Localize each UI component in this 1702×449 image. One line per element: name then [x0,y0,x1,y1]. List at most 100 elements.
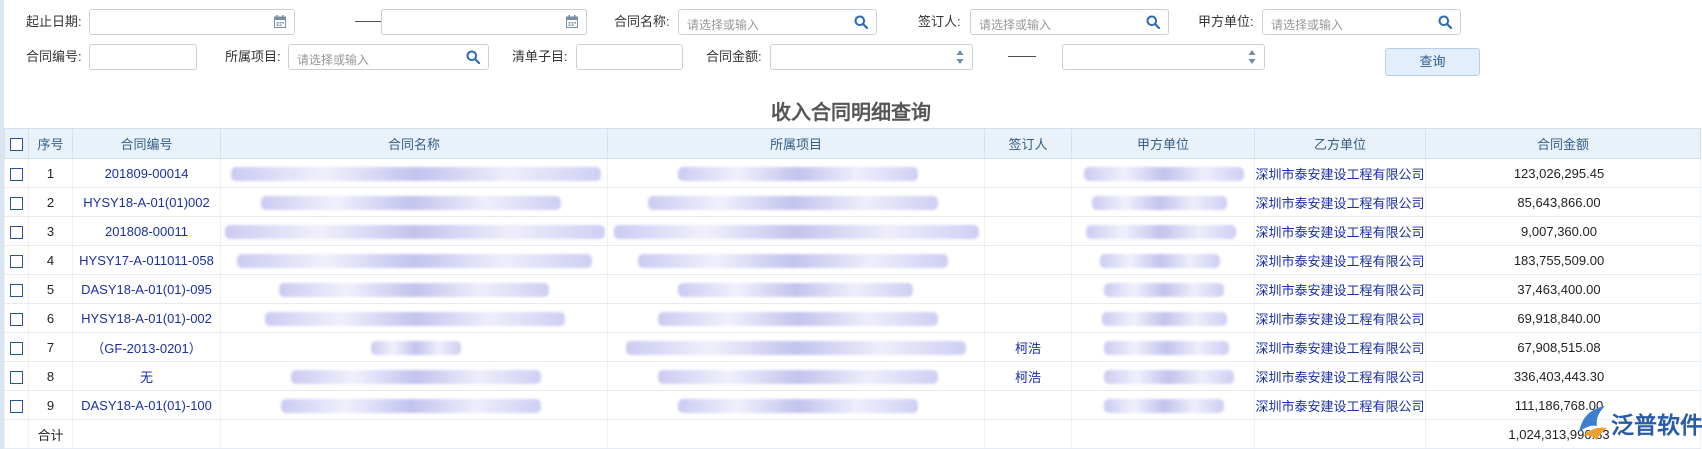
redacted-text [281,399,541,413]
header-party-b[interactable]: 乙方单位 [1254,128,1426,159]
row-project [607,216,985,246]
row-contract-name [220,303,608,333]
redacted-text [1104,370,1234,384]
calendar-icon[interactable] [274,15,286,31]
query-button[interactable]: 查询 [1385,48,1480,76]
row-select[interactable] [4,274,29,304]
table-row[interactable]: 9 DASY18-A-01(01)-100 深圳市泰安建设工程有限公司 111,… [4,390,1701,420]
search-icon[interactable] [466,50,481,67]
header-party-a[interactable]: 甲方单位 [1071,128,1255,159]
row-contract-no[interactable]: HYSY18-A-01(01)002 [72,187,221,217]
search-icon[interactable] [854,15,869,32]
row-party-b[interactable]: 深圳市泰安建设工程有限公司 [1254,245,1426,275]
row-signer [984,245,1072,275]
row-party-b[interactable]: 深圳市泰安建设工程有限公司 [1254,187,1426,217]
row-checkbox[interactable] [10,283,23,297]
row-party-b[interactable]: 深圳市泰安建设工程有限公司 [1254,390,1426,420]
start-date-input[interactable] [89,9,295,35]
date-range-separator: —— [355,12,383,28]
search-icon[interactable] [1146,15,1161,32]
amount-min-input[interactable] [770,44,973,70]
search-icon[interactable] [1438,15,1453,32]
row-amount: 183,755,509.00 [1425,245,1701,275]
table-row[interactable]: 2 HYSY18-A-01(01)002 深圳市泰安建设工程有限公司 85,64… [4,187,1701,217]
project-input[interactable]: 请选择或输入 [288,44,489,70]
row-select[interactable] [4,390,29,420]
select-all-cell[interactable] [4,128,29,159]
select-all-checkbox[interactable] [10,138,23,152]
row-contract-name [220,245,608,275]
table-total-row: 合计 1,024,313,996.83 [4,419,1701,449]
start-date-label: 起止日期: [26,14,82,29]
row-select[interactable] [4,332,29,362]
row-checkbox[interactable] [10,254,23,268]
calendar-icon[interactable] [566,15,578,31]
row-select[interactable] [4,361,29,391]
table-row[interactable]: 7 （GF-2013-0201） 柯浩 深圳市泰安建设工程有限公司 67,908… [4,332,1701,362]
row-contract-no[interactable]: 无 [72,361,221,391]
row-checkbox[interactable] [10,312,23,326]
table-row[interactable]: 1 201809-00014 深圳市泰安建设工程有限公司 123,026,295… [4,158,1701,188]
row-party-a [1071,245,1255,275]
row-select[interactable] [4,245,29,275]
row-party-b[interactable]: 深圳市泰安建设工程有限公司 [1254,158,1426,188]
row-checkbox[interactable] [10,196,23,210]
row-contract-no[interactable]: 201808-00011 [72,216,221,246]
row-party-b[interactable]: 深圳市泰安建设工程有限公司 [1254,303,1426,333]
row-party-b[interactable]: 深圳市泰安建设工程有限公司 [1254,361,1426,391]
row-signer[interactable]: 柯浩 [984,332,1072,362]
spinner-icon[interactable] [956,48,964,69]
bill-item-input[interactable] [576,44,683,70]
table-row[interactable]: 6 HYSY18-A-01(01)-002 深圳市泰安建设工程有限公司 69,9… [4,303,1701,333]
redacted-text [279,283,549,297]
row-contract-no[interactable]: DASY18-A-01(01)-100 [72,390,221,420]
row-contract-no[interactable]: HYSY17-A-011011-058 [72,245,221,275]
row-checkbox[interactable] [10,167,23,181]
header-contract-no[interactable]: 合同编号 [72,128,221,159]
row-select[interactable] [4,216,29,246]
spinner-icon[interactable] [1248,48,1256,69]
row-checkbox[interactable] [10,399,23,413]
contract-no-input[interactable] [89,44,197,70]
row-project [607,303,985,333]
row-checkbox[interactable] [10,225,23,239]
header-amount[interactable]: 合同金额 [1425,128,1701,159]
watermark-logo: 泛普软件 [1575,400,1702,446]
end-date-input[interactable] [381,9,587,35]
row-party-b[interactable]: 深圳市泰安建设工程有限公司 [1254,216,1426,246]
row-contract-no[interactable]: DASY18-A-01(01)-095 [72,274,221,304]
amount-max-input[interactable] [1062,44,1265,70]
page-title: 收入合同明细查询 [771,100,931,124]
row-signer[interactable]: 柯浩 [984,361,1072,391]
table-row[interactable]: 4 HYSY17-A-011011-058 深圳市泰安建设工程有限公司 183,… [4,245,1701,275]
row-party-b[interactable]: 深圳市泰安建设工程有限公司 [1254,274,1426,304]
header-signer[interactable]: 签订人 [984,128,1072,159]
header-project[interactable]: 所属项目 [607,128,985,159]
header-contract-name[interactable]: 合同名称 [220,128,608,159]
row-checkbox[interactable] [10,341,23,355]
table-row[interactable]: 8 无 柯浩 深圳市泰安建设工程有限公司 336,403,443.30 [4,361,1701,391]
row-index: 1 [28,158,73,188]
row-party-b[interactable]: 深圳市泰安建设工程有限公司 [1254,332,1426,362]
row-contract-name [220,361,608,391]
table-row[interactable]: 3 201808-00011 深圳市泰安建设工程有限公司 9,007,360.0… [4,216,1701,246]
table-row[interactable]: 5 DASY18-A-01(01)-095 深圳市泰安建设工程有限公司 37,4… [4,274,1701,304]
bill-item-label: 清单子目: [512,49,568,64]
row-select[interactable] [4,303,29,333]
row-index: 2 [28,187,73,217]
contract-name-input[interactable]: 请选择或输入 [678,9,877,35]
row-contract-no[interactable]: （GF-2013-0201） [72,332,221,362]
row-index: 8 [28,361,73,391]
signer-input[interactable]: 请选择或输入 [970,9,1169,35]
row-select[interactable] [4,158,29,188]
redacted-text [614,225,979,239]
party-a-input[interactable]: 请选择或输入 [1262,9,1461,35]
redacted-text [648,196,938,210]
row-contract-no[interactable]: 201809-00014 [72,158,221,188]
row-project [607,390,985,420]
table-header-row: 序号 合同编号 合同名称 所属项目 签订人 甲方单位 乙方单位 合同金额 [4,128,1701,159]
row-select[interactable] [4,187,29,217]
row-checkbox[interactable] [10,370,23,384]
row-contract-name [220,274,608,304]
row-contract-no[interactable]: HYSY18-A-01(01)-002 [72,303,221,333]
